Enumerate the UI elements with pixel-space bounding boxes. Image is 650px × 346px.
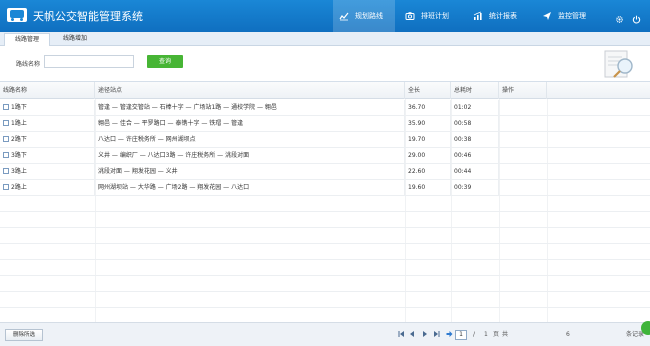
route-stops: 义井 — 编织厂 — 八达口3路 — 许庄税务所 — 洮段对面 bbox=[95, 148, 405, 164]
next-page-icon[interactable] bbox=[422, 330, 428, 340]
pagination-footer: 删除所选 1 / 1 页 共 6 条记录 bbox=[0, 322, 650, 346]
route-length: 29.00 bbox=[405, 148, 451, 164]
send-icon bbox=[542, 11, 552, 21]
camera-icon bbox=[405, 11, 415, 21]
route-stops: 管逢 — 管逢交管站 — 石棒十字 — 广场站1路 — 通校学院 — 翱邑 bbox=[95, 100, 405, 116]
route-name: 2路上 bbox=[11, 184, 27, 191]
route-name: 2路下 bbox=[11, 136, 27, 143]
route-name-cell: 1路上 bbox=[0, 116, 95, 132]
route-name: 1路下 bbox=[11, 104, 27, 111]
empty-row bbox=[0, 212, 650, 228]
app-header: 天帆公交智能管理系统 规划路线 排班计划 统计报表 监控管理 bbox=[0, 0, 650, 32]
search-label: 路线名称 bbox=[16, 61, 41, 68]
status-indicator-icon bbox=[641, 321, 650, 335]
table-row[interactable]: 1路下 管逢 — 管逢交管站 — 石棒十字 — 广场站1路 — 通校学院 — 翱… bbox=[0, 100, 650, 116]
table-row[interactable]: 3路上 洮段对面 — 翔发花园 — 义井 22.60 00:44 bbox=[0, 164, 650, 180]
table-row[interactable]: 1路上 翱邑 — 佳合 — 平罗路口 — 泰镌十字 — 铁瑁 — 管逢 35.9… bbox=[0, 116, 650, 132]
route-stops: 八达口 — 许庄税务所 — 网州湖坝点 bbox=[95, 132, 405, 148]
nav-tab-statistics[interactable]: 统计报表 bbox=[470, 0, 532, 32]
row-checkbox[interactable] bbox=[3, 184, 9, 190]
column-header-name[interactable]: 线路名称 bbox=[0, 82, 95, 99]
chart-line-icon bbox=[339, 11, 349, 21]
empty-row bbox=[0, 292, 650, 308]
last-page-icon[interactable] bbox=[433, 330, 440, 340]
table-row[interactable]: 3路下 义井 — 编织厂 — 八达口3路 — 许庄税务所 — 洮段对面 29.0… bbox=[0, 148, 650, 164]
route-name: 3路上 bbox=[11, 168, 27, 175]
route-stops: 翱邑 — 佳合 — 平罗路口 — 泰镌十字 — 铁瑁 — 管逢 bbox=[95, 116, 405, 132]
row-checkbox[interactable] bbox=[3, 120, 9, 126]
bus-logo-icon bbox=[7, 8, 27, 22]
route-length: 35.90 bbox=[405, 116, 451, 132]
search-button[interactable]: 查询 bbox=[147, 55, 183, 68]
route-table: 线路名称 途径站点 全长 总耗时 操作 1路下 管逢 — 管逢交管站 — 石棒十… bbox=[0, 82, 650, 322]
route-time: 00:39 bbox=[451, 180, 499, 196]
nav-tab-label: 规划路线 bbox=[355, 12, 383, 20]
table-row[interactable]: 2路下 八达口 — 许庄税务所 — 网州湖坝点 19.70 00:38 bbox=[0, 132, 650, 148]
power-icon[interactable] bbox=[632, 15, 641, 24]
sub-tab-bar: 线路管理 线路增加 bbox=[0, 32, 650, 46]
column-header-time[interactable]: 总耗时 bbox=[451, 82, 499, 99]
route-time: 00:58 bbox=[451, 116, 499, 132]
page-total: 1 bbox=[484, 331, 488, 338]
nav-tab-label: 排班计划 bbox=[421, 12, 449, 20]
bar-chart-icon bbox=[473, 11, 483, 21]
empty-row bbox=[0, 276, 650, 292]
nav-tab-label: 监控管理 bbox=[558, 12, 586, 20]
route-name-cell: 3路下 bbox=[0, 148, 95, 164]
search-panel: 路线名称 查询 bbox=[0, 46, 650, 82]
route-time: 01:02 bbox=[451, 100, 499, 116]
route-name-cell: 2路下 bbox=[0, 132, 95, 148]
row-checkbox[interactable] bbox=[3, 136, 9, 142]
app-title: 天帆公交智能管理系统 bbox=[33, 10, 143, 23]
route-name-cell: 1路下 bbox=[0, 100, 95, 116]
column-header-stops[interactable]: 途径站点 bbox=[95, 82, 405, 99]
route-name-cell: 3路上 bbox=[0, 164, 95, 180]
route-time: 00:44 bbox=[451, 164, 499, 180]
page-number-input[interactable]: 1 bbox=[455, 330, 467, 340]
row-checkbox[interactable] bbox=[3, 104, 9, 110]
delete-selected-button[interactable]: 删除所选 bbox=[5, 329, 43, 341]
nav-tab-route-planning[interactable]: 规划路线 bbox=[333, 0, 395, 32]
route-stops: 网州湖坝站 — 大华路 — 广场2路 — 翔发花园 — 八达口 bbox=[95, 180, 405, 196]
first-page-icon[interactable] bbox=[398, 330, 405, 340]
route-length: 36.70 bbox=[405, 100, 451, 116]
column-header-length[interactable]: 全长 bbox=[405, 82, 451, 99]
column-header-actions[interactable]: 操作 bbox=[499, 82, 547, 99]
row-checkbox[interactable] bbox=[3, 168, 9, 174]
route-length: 22.60 bbox=[405, 164, 451, 180]
route-length: 19.70 bbox=[405, 132, 451, 148]
table-row[interactable]: 2路上 网州湖坝站 — 大华路 — 广场2路 — 翔发花园 — 八达口 19.6… bbox=[0, 180, 650, 196]
empty-row bbox=[0, 244, 650, 260]
route-length: 19.60 bbox=[405, 180, 451, 196]
column-header-filler bbox=[547, 82, 650, 99]
route-name: 3路下 bbox=[11, 152, 27, 159]
prev-page-icon[interactable] bbox=[409, 330, 415, 340]
route-name: 1路上 bbox=[11, 120, 27, 127]
table-header: 线路名称 途径站点 全长 总耗时 操作 bbox=[0, 82, 650, 99]
nav-tab-label: 统计报表 bbox=[489, 12, 517, 20]
nav-tab-monitoring[interactable]: 监控管理 bbox=[539, 0, 601, 32]
go-page-icon[interactable] bbox=[446, 330, 453, 340]
route-time: 00:38 bbox=[451, 132, 499, 148]
search-document-icon bbox=[602, 49, 638, 79]
total-label: 共 bbox=[502, 331, 509, 338]
total-count: 6 bbox=[566, 331, 570, 338]
route-name-input[interactable] bbox=[44, 55, 134, 68]
page-separator: / bbox=[473, 331, 476, 338]
row-checkbox[interactable] bbox=[3, 152, 9, 158]
route-time: 00:46 bbox=[451, 148, 499, 164]
empty-row bbox=[0, 228, 650, 244]
empty-row bbox=[0, 260, 650, 276]
route-name-cell: 2路上 bbox=[0, 180, 95, 196]
tab-route-management[interactable]: 线路管理 bbox=[4, 33, 51, 46]
tab-route-add[interactable]: 线路增加 bbox=[53, 33, 97, 46]
gear-icon[interactable] bbox=[615, 15, 624, 24]
page-unit: 页 bbox=[493, 331, 500, 338]
nav-tab-schedule[interactable]: 排班计划 bbox=[402, 0, 464, 32]
empty-row bbox=[0, 196, 650, 212]
route-stops: 洮段对面 — 翔发花园 — 义井 bbox=[95, 164, 405, 180]
